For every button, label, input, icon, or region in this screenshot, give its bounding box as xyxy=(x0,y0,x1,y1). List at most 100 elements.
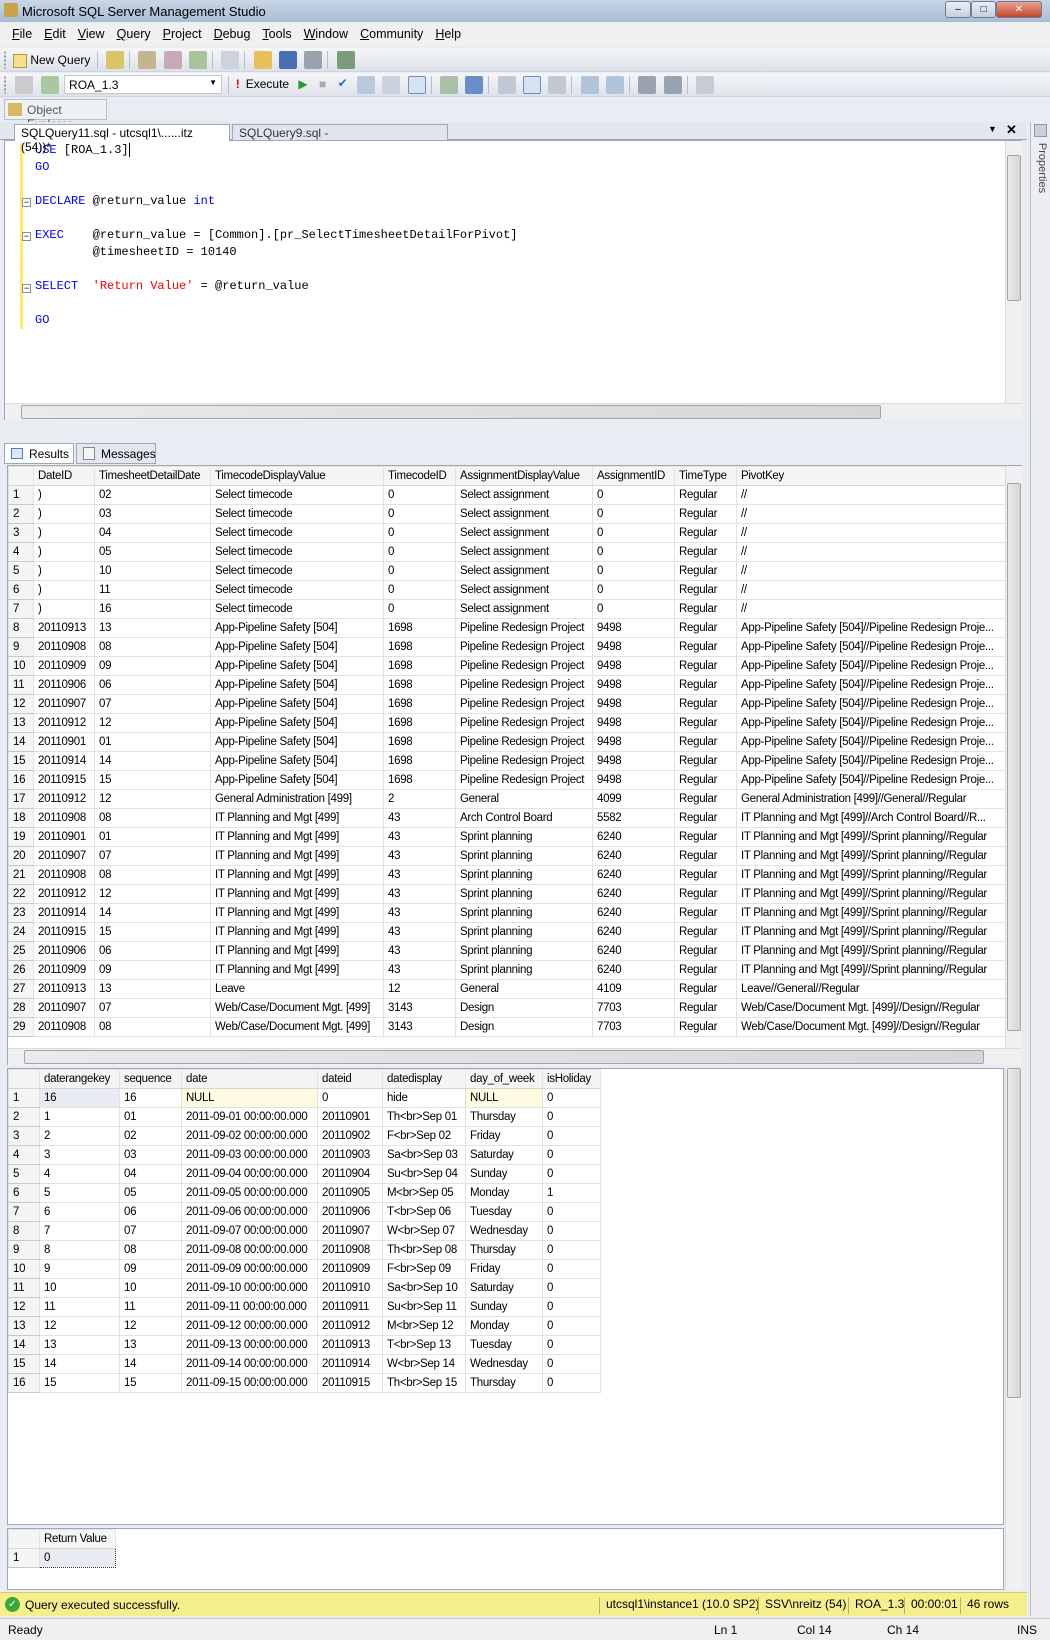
compact-query-icon[interactable] xyxy=(221,51,240,69)
dmx-query-icon[interactable] xyxy=(163,51,182,69)
connect-icon[interactable] xyxy=(15,76,34,94)
table-cell[interactable]: Pipeline Redesign Project xyxy=(455,770,593,790)
collapse-icon[interactable]: − xyxy=(22,198,31,207)
table-cell[interactable]: 15 xyxy=(39,1373,120,1393)
table-cell[interactable]: 1698 xyxy=(383,751,456,771)
xmla-query-icon[interactable] xyxy=(189,51,208,69)
table-cell[interactable]: General xyxy=(455,789,593,809)
table-cell[interactable]: Regular xyxy=(674,694,737,714)
table-cell[interactable]: 9498 xyxy=(592,618,675,638)
table-cell[interactable]: 20110915 xyxy=(33,770,95,790)
table-cell[interactable]: Web/Case/Document Mgt. [499]//Design//Re… xyxy=(736,1017,1006,1037)
table-row[interactable]: 6 5 05 2011-09-05 00:00:00.000 20110905 M<br>… xyxy=(8,1183,601,1203)
table-cell[interactable]: 07 xyxy=(94,694,211,714)
table-cell[interactable]: 20110908 xyxy=(33,637,95,657)
table-row[interactable]: 10 xyxy=(8,1548,116,1568)
table-cell[interactable]: 4099 xyxy=(592,789,675,809)
table-cell[interactable]: 20110907 xyxy=(317,1221,383,1241)
table-cell[interactable]: Regular xyxy=(674,903,737,923)
table-cell[interactable]: App-Pipeline Safety [504]//Pipeline Rede… xyxy=(736,656,1006,676)
save-icon[interactable] xyxy=(279,51,298,69)
row-number[interactable]: 15 xyxy=(8,1354,40,1374)
table-cell[interactable]: Sprint planning xyxy=(455,941,593,961)
table-cell[interactable]: 20110906 xyxy=(33,675,95,695)
table-cell[interactable]: 4109 xyxy=(592,979,675,999)
table-cell[interactable]: App-Pipeline Safety [504]//Pipeline Rede… xyxy=(736,637,1006,657)
results-to-file-icon[interactable] xyxy=(548,76,567,94)
table-cell[interactable]: 20110914 xyxy=(317,1354,383,1374)
table-cell[interactable]: 0 xyxy=(542,1221,601,1241)
table-row[interactable]: 12 20110907 07 App-Pipeline Safety [504] 169… xyxy=(8,694,1006,714)
table-cell[interactable]: 43 xyxy=(383,960,456,980)
debug-icon[interactable]: ▶ xyxy=(298,77,307,91)
table-cell[interactable]: IT Planning and Mgt [499]//Sprint planni… xyxy=(736,903,1006,923)
table-cell[interactable]: App-Pipeline Safety [504] xyxy=(210,732,384,752)
menu-community[interactable]: Community xyxy=(354,23,429,41)
maximize-button[interactable]: □ xyxy=(971,1,996,18)
table-cell[interactable]: Select assignment xyxy=(455,542,593,562)
row-number[interactable]: 2 xyxy=(8,1107,40,1127)
table-cell[interactable]: IT Planning and Mgt [499] xyxy=(210,884,384,904)
table-cell[interactable]: 2011-09-15 00:00:00.000 xyxy=(181,1373,318,1393)
table-row[interactable]: 4) 05 Select timecode 0 Select assignment 0 Re… xyxy=(8,542,1006,562)
table-cell[interactable]: W<br>Sep 07 xyxy=(382,1221,466,1241)
table-cell[interactable]: Select assignment xyxy=(455,599,593,619)
table-cell[interactable]: 2 xyxy=(39,1126,120,1146)
table-cell[interactable]: 0 xyxy=(383,485,456,505)
table-row[interactable]: 15 20110914 14 App-Pipeline Safety [504] 169… xyxy=(8,751,1006,771)
table-cell[interactable]: 20110906 xyxy=(33,941,95,961)
table-cell[interactable]: 7703 xyxy=(592,998,675,1018)
table-cell[interactable]: 0 xyxy=(39,1548,116,1568)
table-cell[interactable]: Thursday xyxy=(465,1107,543,1127)
column-header[interactable]: sequence xyxy=(119,1069,182,1089)
table-cell[interactable]: 20110913 xyxy=(33,618,95,638)
table-cell[interactable]: 20110910 xyxy=(317,1278,383,1298)
table-cell[interactable]: Regular xyxy=(674,485,737,505)
table-cell[interactable]: App-Pipeline Safety [504] xyxy=(210,713,384,733)
table-row[interactable]: 16 20110915 15 App-Pipeline Safety [504] 169… xyxy=(8,770,1006,790)
table-row[interactable]: 16 15 15 2011-09-15 00:00:00.000 20110915 Th<… xyxy=(8,1373,601,1393)
tab-sqlquery9[interactable]: SQLQuery9.sql - utcsql1dev\...\...59))* xyxy=(232,124,448,154)
table-cell[interactable]: Sprint planning xyxy=(455,865,593,885)
table-cell[interactable]: Arch Control Board xyxy=(455,808,593,828)
row-number[interactable]: 19 xyxy=(8,827,34,847)
table-cell[interactable]: 20110907 xyxy=(33,846,95,866)
table-cell[interactable]: 11 xyxy=(39,1297,120,1317)
table-cell[interactable]: Select timecode xyxy=(210,485,384,505)
row-number[interactable]: 13 xyxy=(8,1316,40,1336)
table-cell[interactable]: 43 xyxy=(383,808,456,828)
table-cell[interactable]: 04 xyxy=(119,1164,182,1184)
row-number[interactable]: 1 xyxy=(8,1548,40,1568)
execute-button[interactable]: ! Execute xyxy=(236,77,289,91)
table-cell[interactable]: IT Planning and Mgt [499]//Sprint planni… xyxy=(736,865,1006,885)
table-cell[interactable]: 43 xyxy=(383,922,456,942)
table-cell[interactable]: 6 xyxy=(39,1202,120,1222)
table-cell[interactable]: 05 xyxy=(119,1183,182,1203)
table-cell[interactable]: ) xyxy=(33,485,95,505)
table-cell[interactable]: 15 xyxy=(94,770,211,790)
table-cell[interactable]: 2011-09-03 00:00:00.000 xyxy=(181,1145,318,1165)
table-cell[interactable]: 20110913 xyxy=(317,1335,383,1355)
database-select[interactable]: ROA_1.3 ▼ xyxy=(64,75,223,94)
table-cell[interactable]: Sunday xyxy=(465,1297,543,1317)
table-row[interactable]: 5) 10 Select timecode 0 Select assignment 0 Re… xyxy=(8,561,1006,581)
collapse-icon[interactable]: − xyxy=(22,232,31,241)
table-cell[interactable]: IT Planning and Mgt [499] xyxy=(210,922,384,942)
properties-panel-tab[interactable]: Properties xyxy=(1030,122,1050,1616)
table-row[interactable]: 6) 11 Select timecode 0 Select assignment 0 Re… xyxy=(8,580,1006,600)
table-cell[interactable]: Sa<br>Sep 03 xyxy=(382,1145,466,1165)
table-cell[interactable]: 13 xyxy=(39,1335,120,1355)
table-cell[interactable]: Sprint planning xyxy=(455,846,593,866)
database-engine-query-icon[interactable] xyxy=(106,51,125,69)
table-row[interactable]: 1 16 16 NULL 0 hide NULL 0 xyxy=(8,1088,601,1108)
change-connection-icon[interactable] xyxy=(40,76,59,94)
row-number[interactable]: 28 xyxy=(8,998,34,1018)
table-cell[interactable]: 09 xyxy=(94,960,211,980)
row-number[interactable]: 7 xyxy=(8,599,34,619)
table-cell[interactable]: 08 xyxy=(119,1240,182,1260)
table-cell[interactable]: 15 xyxy=(119,1373,182,1393)
table-cell[interactable]: 6240 xyxy=(592,827,675,847)
column-header[interactable]: dateid xyxy=(317,1069,383,1089)
table-cell[interactable]: ) xyxy=(33,599,95,619)
table-cell[interactable]: Friday xyxy=(465,1259,543,1279)
